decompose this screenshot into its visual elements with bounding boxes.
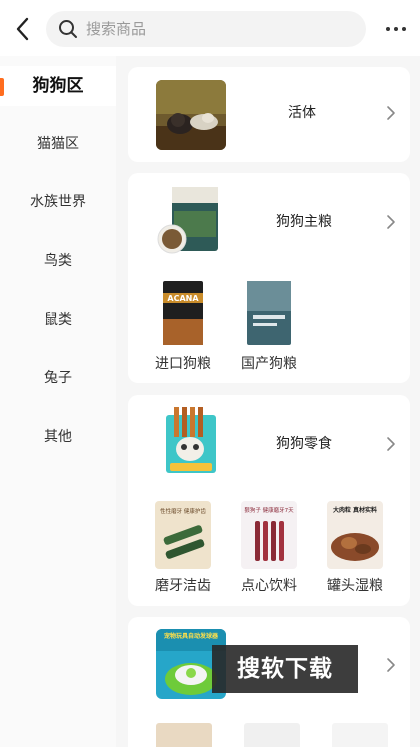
category-card-dog-snacks[interactable]: 狗狗零食 性性磨牙 健康护齿 磨牙洁齿 狠狗子 健康磨牙7天 点心饮料 大肉粒 … — [128, 395, 410, 606]
sidebar-item-birds[interactable]: 鸟类 — [0, 241, 116, 281]
subcategory-label: 罐头湿粮 — [327, 578, 383, 594]
sidebar-item-label: 鸟类 — [44, 253, 72, 269]
sidebar-item-dogs[interactable]: 狗狗区 — [0, 66, 116, 106]
subcategory-image-partial — [332, 723, 388, 747]
sidebar-item-label: 水族世界 — [30, 194, 86, 210]
chevron-right-icon — [386, 436, 396, 452]
category-title: 狗狗零食 — [276, 436, 332, 452]
chevron-right-icon — [386, 214, 396, 230]
snack-drink-image: 狠狗子 健康磨牙7天 — [241, 501, 297, 569]
subcategory-label: 国产狗粮 — [241, 356, 297, 372]
chevron-right-icon — [386, 657, 396, 673]
search-input[interactable]: 搜索商品 — [46, 11, 366, 47]
puppy-image — [156, 80, 226, 150]
top-bar: 搜索商品 — [0, 0, 420, 56]
active-indicator — [0, 78, 4, 96]
dental-chew-image: 性性磨牙 健康护齿 — [155, 501, 211, 569]
subcategory-item[interactable]: 性性磨牙 健康护齿 磨牙洁齿 — [138, 501, 228, 595]
sidebar-item-cats[interactable]: 猫猫区 — [0, 124, 116, 164]
dog-snacks-image — [156, 407, 226, 477]
sidebar-item-label: 兔子 — [44, 370, 72, 386]
dog-food-image — [156, 185, 226, 255]
chevron-right-icon — [386, 105, 396, 121]
sidebar-item-label: 狗狗区 — [32, 76, 84, 96]
imported-dog-food-image: ACANA — [155, 279, 211, 347]
back-arrow-icon[interactable] — [10, 14, 38, 44]
watermark: 搜软下载 — [212, 645, 358, 693]
category-title: 狗狗主粮 — [276, 214, 332, 230]
subcategory-item[interactable]: 国产狗粮 — [224, 279, 314, 373]
subcategory-image-partial — [244, 723, 300, 747]
image-caption: 大肉粒 真材实料 — [333, 506, 377, 514]
brand-text: ACANA — [167, 294, 199, 303]
subcategory-item[interactable]: 大肉粒 真材实料 罐头湿粮 — [310, 501, 400, 595]
category-content: 活体 狗狗主粮 ACANA 进口狗粮 国产狗粮 狗狗零食 性性磨牙 健康护齿 磨… — [116, 56, 420, 747]
category-title: 活体 — [288, 105, 316, 121]
subcategory-item[interactable]: 狠狗子 健康磨牙7天 点心饮料 — [224, 501, 314, 595]
sidebar-item-others[interactable]: 其他 — [0, 417, 116, 457]
subcategory-label: 进口狗粮 — [155, 356, 211, 372]
sidebar-item-rodents[interactable]: 鼠类 — [0, 300, 116, 340]
canned-food-image: 大肉粒 真材实料 — [327, 501, 383, 569]
sidebar-item-label: 其他 — [44, 429, 72, 445]
subcategory-image-partial — [156, 723, 212, 747]
banner-text: 宠物玩具自动发球器 — [164, 632, 219, 640]
sidebar-item-label: 猫猫区 — [37, 136, 79, 152]
subcategory-item[interactable]: ACANA 进口狗粮 — [138, 279, 228, 373]
more-options-icon[interactable] — [386, 20, 408, 36]
image-caption: 性性磨牙 健康护齿 — [160, 507, 206, 515]
category-sidebar: 狗狗区 猫猫区 水族世界 鸟类 鼠类 兔子 其他 — [0, 56, 116, 747]
subcategory-label: 磨牙洁齿 — [155, 578, 211, 594]
subcategory-label: 点心饮料 — [241, 578, 297, 594]
search-placeholder: 搜索商品 — [86, 20, 147, 38]
sidebar-item-rabbits[interactable]: 兔子 — [0, 358, 116, 398]
domestic-dog-food-image — [241, 279, 297, 347]
sidebar-item-label: 鼠类 — [44, 312, 72, 328]
category-card-live[interactable]: 活体 — [128, 67, 410, 162]
search-icon — [58, 19, 78, 39]
image-caption: 狠狗子 健康磨牙7天 — [244, 506, 294, 514]
category-card-dog-food[interactable]: 狗狗主粮 ACANA 进口狗粮 国产狗粮 — [128, 173, 410, 383]
sidebar-item-aquarium[interactable]: 水族世界 — [0, 182, 116, 222]
